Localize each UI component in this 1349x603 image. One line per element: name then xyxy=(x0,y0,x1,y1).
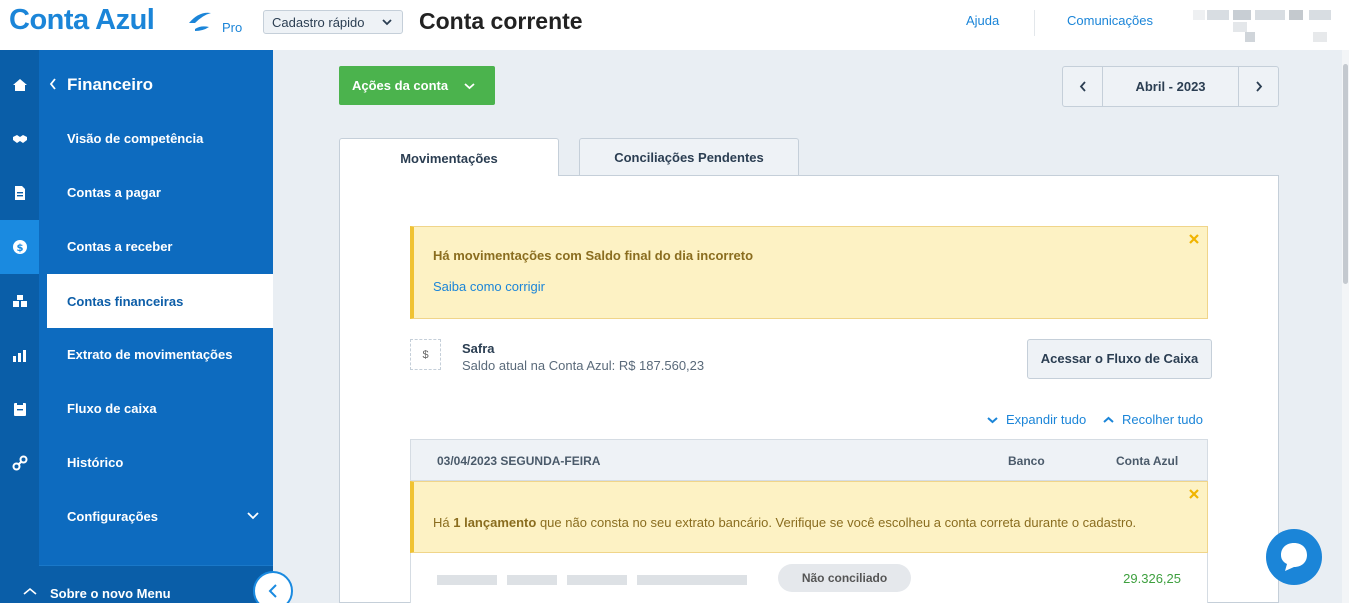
communications-link[interactable]: Comunicações xyxy=(1067,13,1153,28)
sidebar-item-competencia[interactable]: Visão de competência xyxy=(47,111,273,165)
chevron-right-icon xyxy=(1256,81,1263,92)
sidebar-item-fluxo-de-caixa[interactable]: Fluxo de caixa xyxy=(47,381,273,435)
nav-integrations[interactable] xyxy=(0,436,39,490)
account-name: Safra xyxy=(462,341,495,356)
sidebar-item-contas-financeiras[interactable]: Contas financeiras xyxy=(47,274,273,328)
nav-tasks[interactable] xyxy=(0,382,39,436)
expand-all-link[interactable]: Expandir tudo xyxy=(987,412,1087,427)
balance-warning-alert: Há movimentações com Saldo final do dia … xyxy=(410,226,1208,319)
table-row[interactable]: Não conciliado 29.326,25 xyxy=(410,553,1208,603)
previous-month-button[interactable] xyxy=(1063,67,1103,106)
sidebar-item-contas-a-receber[interactable]: Contas a receber xyxy=(47,219,273,273)
nav-reports[interactable] xyxy=(0,328,39,382)
cashflow-button[interactable]: Acessar o Fluxo de Caixa xyxy=(1027,339,1212,379)
how-to-fix-link[interactable]: Saiba como corrigir xyxy=(433,279,545,294)
icon-strip: $ xyxy=(0,50,39,603)
account-actions-button[interactable]: Ações da conta xyxy=(339,66,495,105)
missing-entry-text: Há 1 lançamento que não consta no seu ex… xyxy=(433,515,1137,530)
scrollbar-thumb[interactable] xyxy=(1343,64,1348,284)
user-menu[interactable] xyxy=(1193,10,1333,42)
document-icon xyxy=(14,186,25,200)
balance-warning-title: Há movimentações com Saldo final do dia … xyxy=(433,248,754,263)
chevron-left-icon xyxy=(268,584,277,598)
nav-documents[interactable] xyxy=(0,166,39,220)
status-badge: Não conciliado xyxy=(778,564,911,592)
bank-logo: $ xyxy=(410,339,441,370)
sidebar-footer[interactable]: Sobre o novo Menu xyxy=(39,565,273,603)
transaction-amount: 29.326,25 xyxy=(1123,571,1181,586)
current-month-label: Abril - 2023 xyxy=(1135,79,1206,94)
month-navigator: Abril - 2023 xyxy=(1062,66,1279,107)
sidebar-item-configuracoes[interactable]: Configurações xyxy=(47,489,273,543)
collapse-all-link[interactable]: Recolher tudo xyxy=(1103,412,1203,427)
nav-financial[interactable]: $ xyxy=(0,220,39,274)
close-icon[interactable] xyxy=(1189,234,1199,244)
chat-bubble-icon xyxy=(1281,543,1307,571)
chevron-up-icon xyxy=(23,587,37,595)
handshake-icon xyxy=(12,135,27,143)
account-actions-label: Ações da conta xyxy=(352,78,449,93)
sidebar-item-contas-a-pagar[interactable]: Contas a pagar xyxy=(47,165,273,219)
chevron-down-icon xyxy=(247,512,259,520)
page-scrollbar[interactable] xyxy=(1342,50,1349,603)
logo-swoosh-icon xyxy=(189,12,211,31)
help-link[interactable]: Ajuda xyxy=(966,13,999,28)
sidebar-item-historico[interactable]: Histórico xyxy=(47,435,273,489)
column-bank: Banco xyxy=(1008,454,1045,468)
page-title: Conta corrente xyxy=(419,8,583,34)
chevron-down-icon xyxy=(382,19,392,26)
nav-home[interactable] xyxy=(0,58,39,112)
sidebar-item-label: Configurações xyxy=(67,508,159,524)
plan-badge: Pro xyxy=(222,20,243,35)
home-icon xyxy=(12,79,27,91)
day-group-date: 03/04/2023 SEGUNDA-FEIRA xyxy=(437,454,601,468)
column-conta-azul: Conta Azul xyxy=(1116,454,1179,468)
tab-movimentacoes[interactable]: Movimentações xyxy=(339,138,559,177)
missing-entry-alert: Há 1 lançamento que não consta no seu ex… xyxy=(410,481,1208,553)
boxes-icon xyxy=(12,295,27,307)
panel-top-border xyxy=(558,175,1279,176)
link-icon xyxy=(12,455,27,471)
chevron-left-icon xyxy=(49,78,56,90)
nav-sales[interactable] xyxy=(0,112,39,166)
svg-text:$: $ xyxy=(16,243,23,254)
dollar-icon: $ xyxy=(12,240,27,254)
nav-inventory[interactable] xyxy=(0,274,39,328)
expand-all-label: Expandir tudo xyxy=(1006,412,1087,427)
new-menu-info-label: Sobre o novo Menu xyxy=(50,586,171,601)
chevron-down-icon xyxy=(987,417,998,424)
quick-register-button[interactable]: Cadastro rápido xyxy=(263,10,403,34)
chevron-left-icon xyxy=(1079,81,1086,92)
collapse-all-label: Recolher tudo xyxy=(1122,412,1203,427)
sidebar-header[interactable]: Financeiro xyxy=(39,50,273,110)
chevron-down-icon xyxy=(464,83,475,90)
chevron-up-icon xyxy=(1103,416,1114,423)
chat-button[interactable] xyxy=(1266,529,1322,585)
collapse-sidebar-button[interactable] xyxy=(253,571,293,603)
top-header: Conta Azul Pro Cadastro rápido Conta cor… xyxy=(0,0,1349,50)
account-balance: Saldo atual na Conta Azul: R$ 187.560,23 xyxy=(462,358,705,373)
header-divider xyxy=(1034,10,1035,36)
sidebar-section-title: Financeiro xyxy=(67,75,153,94)
day-group-header[interactable]: 03/04/2023 SEGUNDA-FEIRA Banco Conta Azu… xyxy=(410,439,1208,481)
next-month-button[interactable] xyxy=(1238,67,1278,106)
quick-register-label: Cadastro rápido xyxy=(272,15,365,30)
sidebar-item-extrato[interactable]: Extrato de movimentações xyxy=(47,327,273,381)
tab-conciliacoes-pendentes[interactable]: Conciliações Pendentes xyxy=(579,138,799,176)
clipboard-icon xyxy=(13,402,26,416)
close-icon[interactable] xyxy=(1189,489,1199,499)
chart-icon xyxy=(12,350,26,362)
logo[interactable]: Conta Azul xyxy=(9,4,155,37)
sidebar: Financeiro Visão de competência Contas a… xyxy=(39,50,273,603)
